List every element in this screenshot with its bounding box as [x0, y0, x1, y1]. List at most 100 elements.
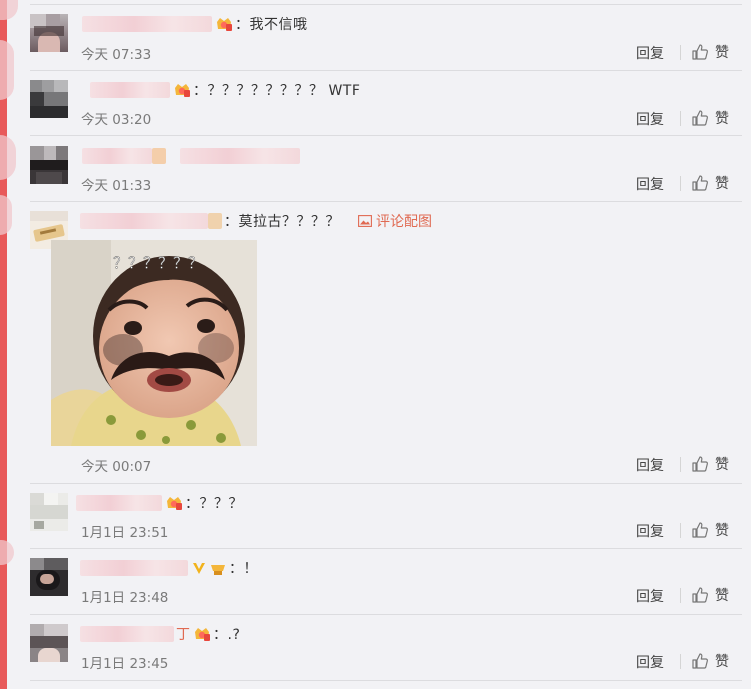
reply-button[interactable]: 回复 — [636, 43, 664, 63]
comment-item: 今天 01:33 回复 赞 — [30, 146, 751, 201]
username-blurred[interactable] — [80, 626, 174, 642]
separator — [30, 70, 742, 71]
comment-time: 今天 00:07 — [81, 459, 152, 475]
like-label: 赞 — [715, 45, 729, 61]
avatar[interactable] — [30, 146, 68, 184]
crown-badge-icon — [195, 628, 210, 641]
comment-text: ：？？？ — [185, 496, 243, 512]
like-button[interactable]: 赞 — [691, 454, 729, 474]
crown-badge-icon — [217, 18, 232, 31]
comment-time: 今天 07:33 — [81, 47, 152, 63]
comment-text: ：！ — [229, 561, 258, 577]
reply-label: 回复 — [636, 589, 664, 605]
comment-header: ：！ — [80, 558, 258, 578]
like-label: 赞 — [715, 588, 729, 604]
action-divider — [680, 457, 681, 472]
comment-text: ：.? — [213, 627, 241, 643]
comment-header: ：莫拉古？？？？ 评论配图 — [80, 211, 432, 231]
comment-image-link-label: 评论配图 — [376, 214, 432, 230]
like-label: 赞 — [715, 111, 729, 127]
comment-header — [82, 146, 300, 166]
like-button[interactable]: 赞 — [691, 108, 729, 128]
username-blurred[interactable] — [80, 213, 208, 229]
separator — [30, 4, 742, 5]
reply-button[interactable]: 回复 — [636, 521, 664, 541]
comment-time: 今天 03:20 — [81, 112, 152, 128]
like-button[interactable]: 赞 — [691, 42, 729, 62]
like-button[interactable]: 赞 — [691, 651, 729, 671]
image-caption: ？？？？？？ — [113, 254, 203, 272]
username-blurred[interactable] — [82, 16, 212, 32]
thumbs-up-icon — [692, 44, 708, 60]
reply-button[interactable]: 回复 — [636, 109, 664, 129]
reply-label: 回复 — [636, 112, 664, 128]
action-divider — [680, 588, 681, 603]
avatar[interactable] — [30, 624, 68, 662]
like-label: 赞 — [715, 457, 729, 473]
v-badge-icon — [193, 563, 205, 574]
reply-label: 回复 — [636, 524, 664, 540]
comment-time: 1月1日 23:45 — [81, 656, 169, 672]
left-accent-bar — [0, 0, 7, 689]
action-divider — [680, 654, 681, 669]
thumbs-up-icon — [692, 456, 708, 472]
username-blurred[interactable] — [80, 560, 188, 576]
reply-label: 回复 — [636, 458, 664, 474]
like-label: 赞 — [715, 523, 729, 539]
comment-text-blurred — [180, 148, 300, 164]
comment-header: 丁 ：.? — [80, 624, 241, 644]
reply-label: 回复 — [636, 46, 664, 62]
action-divider — [680, 523, 681, 538]
comment-item: ：？？？？？？？？ WTF 今天 03:20 回复 赞 — [30, 80, 751, 135]
avatar[interactable] — [30, 558, 68, 596]
comment-time: 1月1日 23:48 — [81, 590, 169, 606]
like-button[interactable]: 赞 — [691, 585, 729, 605]
reply-button[interactable]: 回复 — [636, 455, 664, 475]
avatar[interactable] — [30, 493, 68, 531]
reply-button[interactable]: 回复 — [636, 586, 664, 606]
like-button[interactable]: 赞 — [691, 173, 729, 193]
child-meme-image: ？？？？？？ — [51, 240, 257, 446]
separator — [30, 614, 742, 615]
left-blur-decoration — [0, 135, 16, 180]
like-label: 赞 — [715, 654, 729, 670]
comment-item: ：！ 1月1日 23:48 回复 赞 — [30, 558, 751, 614]
username-fragment: 丁 — [176, 627, 190, 643]
comment-time: 今天 01:33 — [81, 178, 152, 194]
username-blurred[interactable] — [82, 148, 152, 164]
like-button[interactable]: 赞 — [691, 520, 729, 540]
avatar[interactable] — [30, 14, 68, 52]
comment-header: ：？？？ — [76, 493, 243, 513]
comment-item: ：我不信哦 今天 07:33 回复 赞 — [30, 14, 751, 70]
reply-button[interactable]: 回复 — [636, 174, 664, 194]
comment-header: ：我不信哦 — [82, 14, 308, 34]
comment-image[interactable]: ？？？？？？ — [51, 240, 257, 446]
thumbs-up-icon — [692, 653, 708, 669]
separator — [30, 135, 742, 136]
left-blur-decoration — [0, 40, 14, 100]
left-blur-decoration — [0, 540, 14, 565]
comment-item: 丁 ：.? 1月1日 23:45 回复 赞 — [30, 624, 751, 680]
comment-time: 1月1日 23:51 — [81, 525, 169, 541]
action-divider — [680, 45, 681, 60]
comment-text: ：？？？？？？？？ WTF — [193, 83, 361, 99]
username-blurred[interactable] — [76, 495, 162, 511]
username-blurred — [208, 213, 222, 229]
action-divider — [680, 176, 681, 191]
comment-text: ：我不信哦 — [235, 17, 308, 33]
username-blurred[interactable] — [90, 82, 170, 98]
avatar[interactable] — [30, 80, 68, 118]
crown-badge-icon — [175, 84, 190, 97]
username-blurred — [152, 148, 166, 164]
separator — [30, 483, 742, 484]
crown-badge-icon — [167, 497, 182, 510]
separator — [30, 680, 742, 681]
reply-button[interactable]: 回复 — [636, 652, 664, 672]
reply-label: 回复 — [636, 655, 664, 671]
comment-text: ：莫拉古？？？？ — [224, 214, 340, 230]
action-divider — [680, 111, 681, 126]
comment-image-link[interactable]: 评论配图 — [358, 211, 432, 231]
separator — [30, 548, 742, 549]
thumbs-up-icon — [692, 522, 708, 538]
left-blur-decoration — [0, 0, 18, 20]
